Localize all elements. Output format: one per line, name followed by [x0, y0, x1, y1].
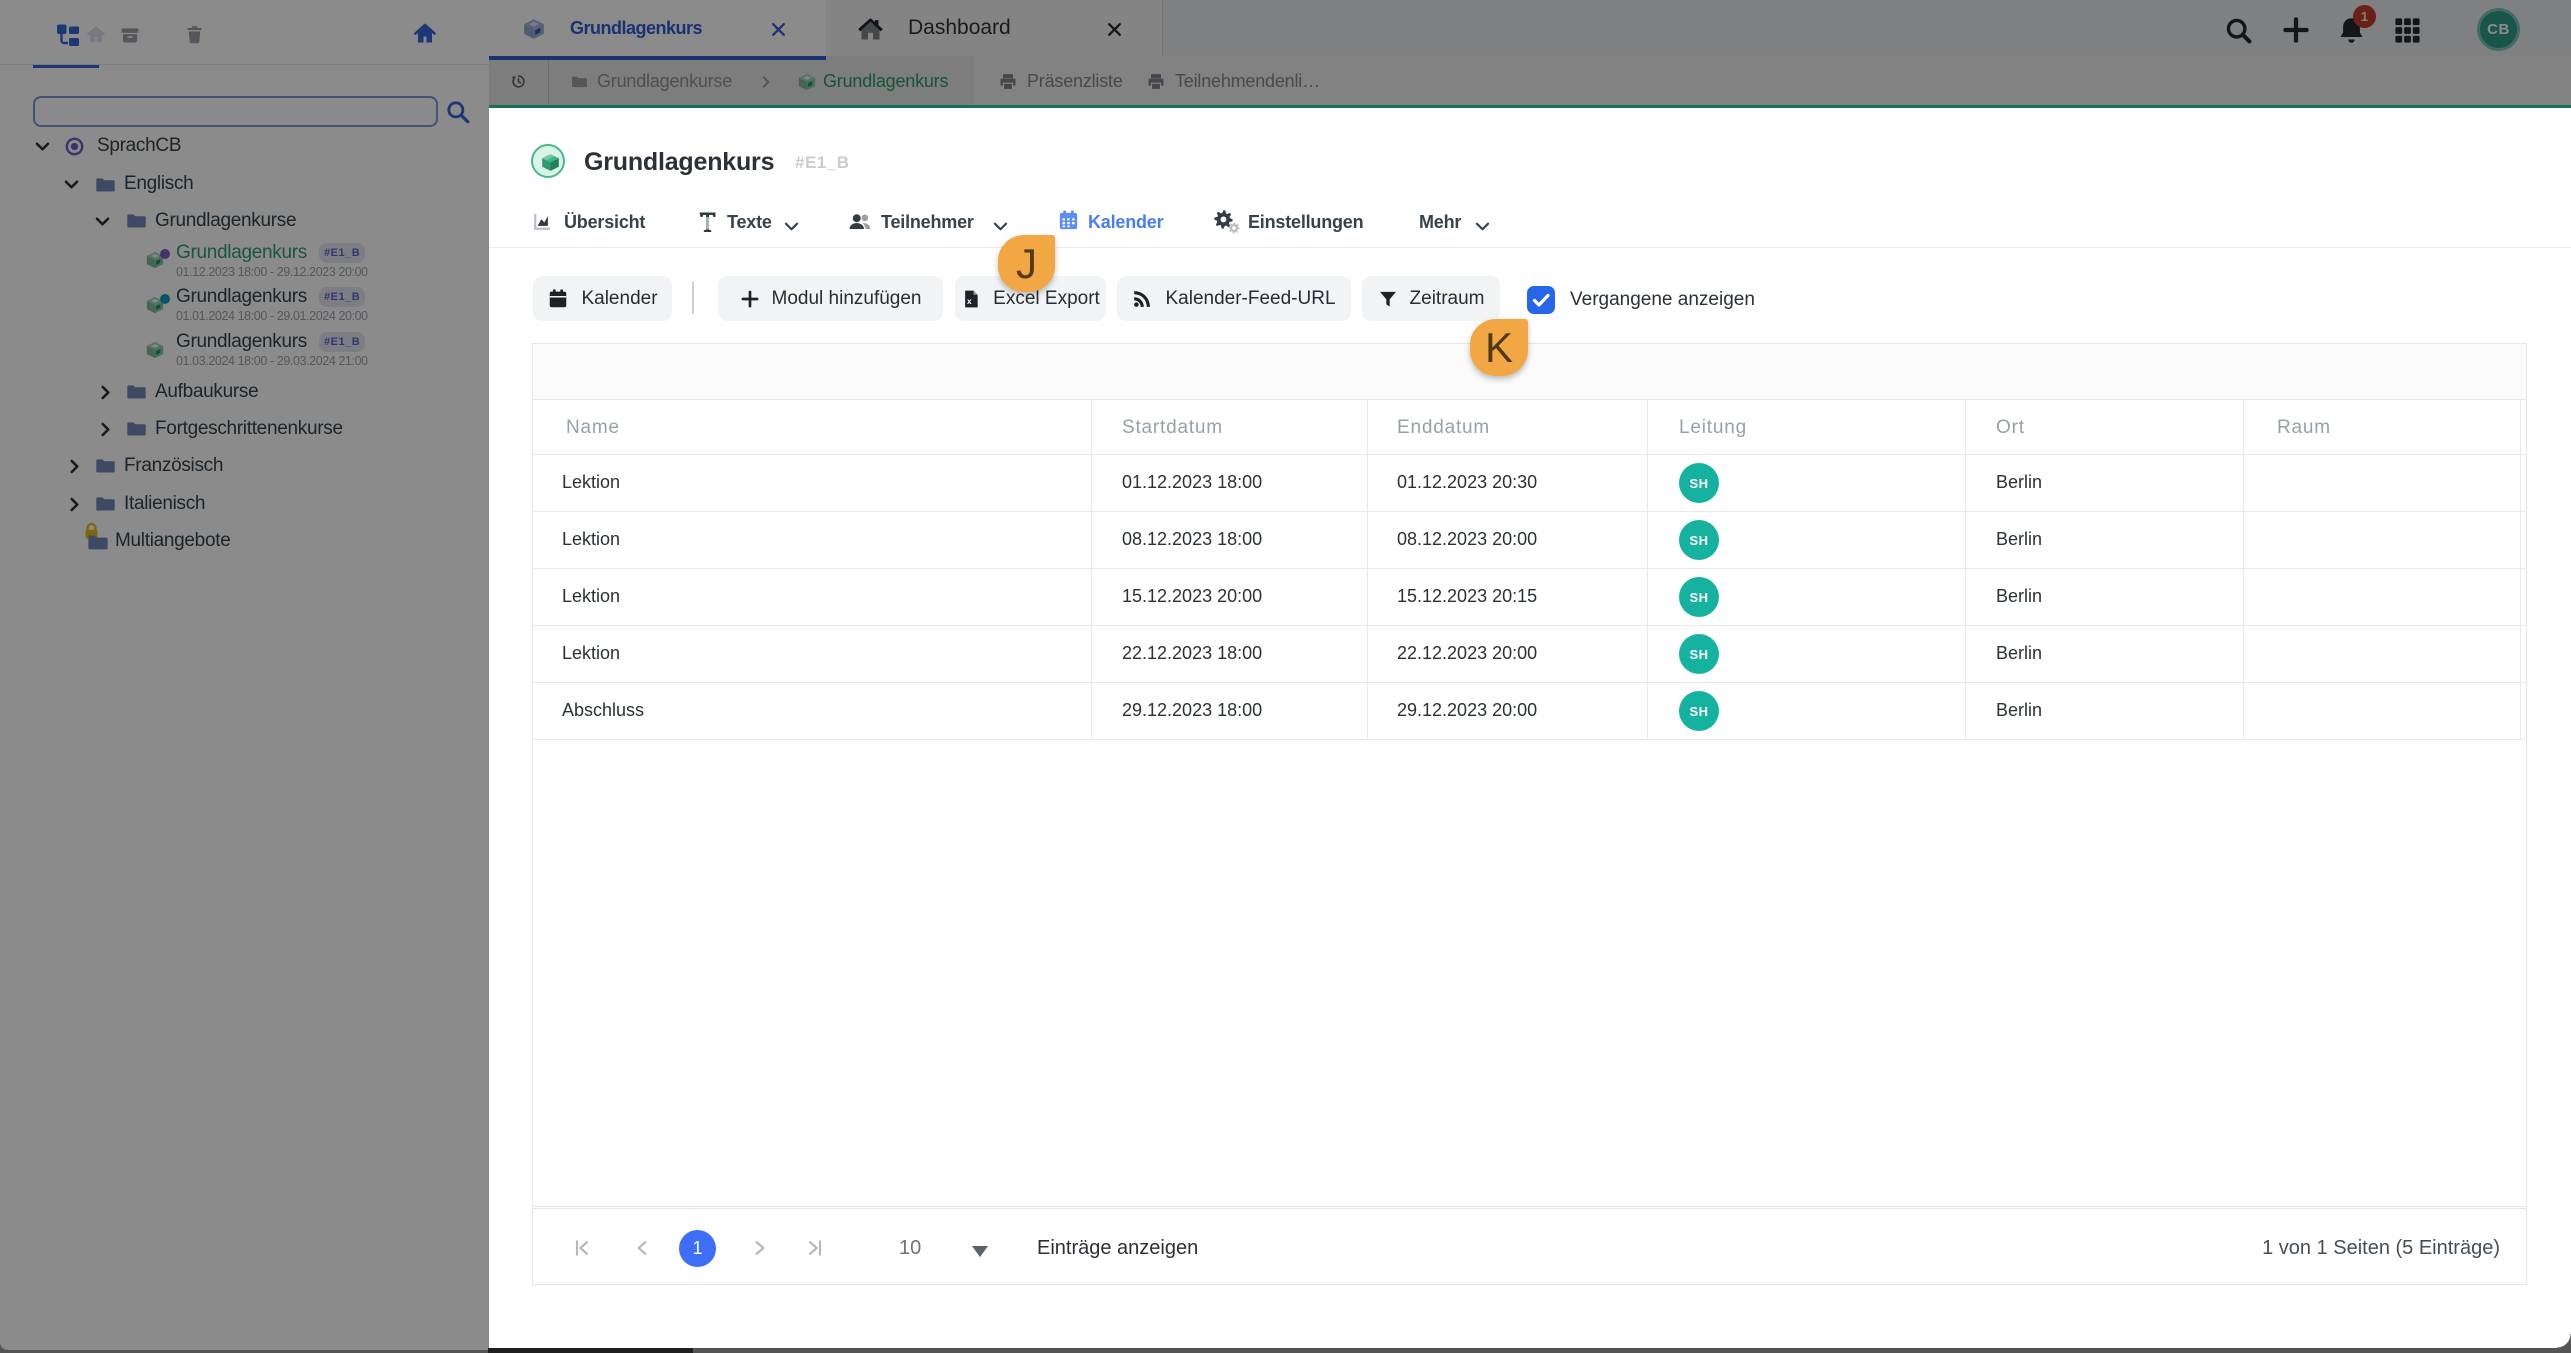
svg-text:x: x — [967, 296, 972, 306]
